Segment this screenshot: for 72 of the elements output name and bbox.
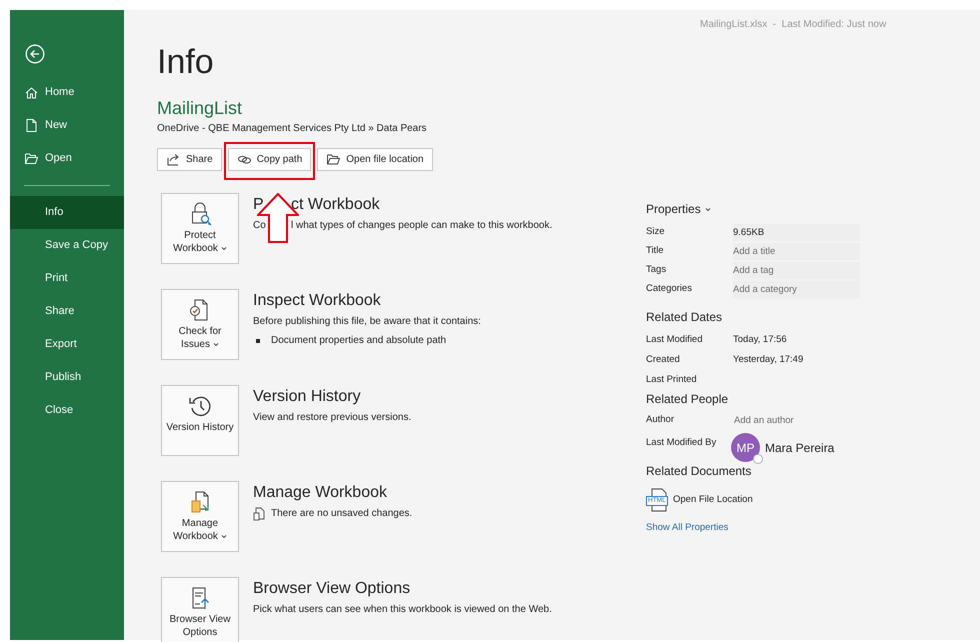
sidebar-item[interactable]: Home — [10, 76, 124, 109]
section-description: View and restore previous versions. — [253, 411, 412, 425]
sidebar-item[interactable]: Close — [10, 394, 124, 427]
inspect-document-icon — [190, 300, 208, 320]
action-button[interactable]: Copy path — [228, 148, 312, 171]
avatar: MP — [731, 433, 760, 462]
document-icon — [24, 118, 39, 133]
section-title: Inspect Workbook — [253, 291, 382, 311]
back-icon[interactable] — [25, 44, 45, 64]
bullet-icon — [256, 338, 260, 342]
folder-icon — [326, 152, 342, 167]
action-button[interactable]: Open file location — [317, 148, 433, 171]
property-label: Author — [646, 413, 675, 428]
sidebar-item[interactable]: Info — [10, 196, 124, 229]
sidebar-item[interactable]: New — [10, 109, 124, 142]
section-description: l what types of changes people can make to this workbook. — [291, 219, 552, 233]
property-field[interactable]: Add a title — [733, 243, 860, 260]
property-value: Yesterday, 17:49 — [733, 352, 804, 367]
property-label: Title — [646, 244, 665, 258]
manage-document-icon — [192, 492, 209, 512]
chevron-down-icon[interactable] — [704, 206, 711, 212]
sidebar-item[interactable]: Share — [10, 295, 124, 328]
section-description: Pick what users can see when this workbook is viewed on the Web. — [253, 603, 552, 617]
property-field[interactable]: Add a tag — [733, 262, 860, 279]
history-clock-icon — [189, 396, 210, 416]
sidebar-item[interactable]: Save a Copy — [10, 229, 124, 262]
section-heading: Related People — [646, 391, 728, 408]
section-heading: Related Documents — [646, 463, 752, 480]
workbook-tool-button[interactable]: Check for Issues — [161, 289, 239, 360]
browser-view-icon — [192, 588, 210, 610]
section-description: There are no unsaved changes. — [271, 507, 412, 521]
property-label: Created — [646, 352, 681, 367]
section-description: Co — [253, 219, 266, 233]
document-icon — [253, 506, 265, 520]
sidebar-item[interactable]: Publish — [10, 361, 124, 394]
home-icon — [24, 85, 39, 100]
file-name: MailingList — [157, 97, 244, 119]
sidebar-item[interactable]: Print — [10, 262, 124, 295]
folder-icon — [24, 151, 39, 166]
bullet-text: Document properties and absolute path — [271, 334, 446, 348]
property-value: 9.65KB — [733, 224, 860, 241]
show-all-properties-link[interactable]: Show All Properties — [646, 521, 728, 536]
property-value: Today, 17:56 — [733, 332, 787, 347]
property-label: Categories — [646, 282, 693, 296]
property-field[interactable]: Add a category — [733, 281, 860, 298]
property-label: Last Printed — [646, 372, 698, 387]
property-label: Size — [646, 225, 666, 240]
sidebar-item[interactable]: Open — [10, 142, 124, 175]
page-title: Info — [157, 42, 215, 82]
section-heading: Related Dates — [646, 309, 722, 326]
padlock-icon — [192, 202, 212, 226]
section-title: Browser View Options — [253, 579, 412, 599]
section-title: Manage Workbook — [253, 483, 388, 503]
share-icon — [166, 152, 181, 167]
section-heading: Properties — [646, 201, 701, 218]
person-name: Mara Pereira — [765, 440, 834, 457]
workbook-tool-button[interactable]: Manage Workbook — [161, 481, 239, 552]
action-button[interactable]: Share — [157, 148, 222, 171]
property-label: Last Modified — [646, 332, 704, 347]
sidebar-item[interactable]: Export — [10, 328, 124, 361]
file-path: OneDrive - QBE Management Services Pty Ltd » Data Pears — [157, 122, 428, 136]
workbook-tool-button[interactable]: Protect Workbook — [161, 193, 239, 264]
section-title: P — [253, 195, 264, 215]
section-title: ct Workbook — [291, 195, 380, 215]
workbook-tool-button[interactable]: Browser View Options — [161, 577, 239, 642]
section-description: Before publishing this file, be aware that it contains: — [253, 315, 481, 329]
file-status: MailingList.xlsx - Last Modified: Just now — [700, 18, 886, 32]
property-label: Last Modified By — [646, 436, 718, 450]
workbook-tool-button[interactable]: Version History — [161, 385, 239, 456]
section-title: Version History — [253, 387, 362, 407]
property-label: Tags — [646, 263, 668, 278]
author-field[interactable]: Add an author — [734, 412, 861, 429]
